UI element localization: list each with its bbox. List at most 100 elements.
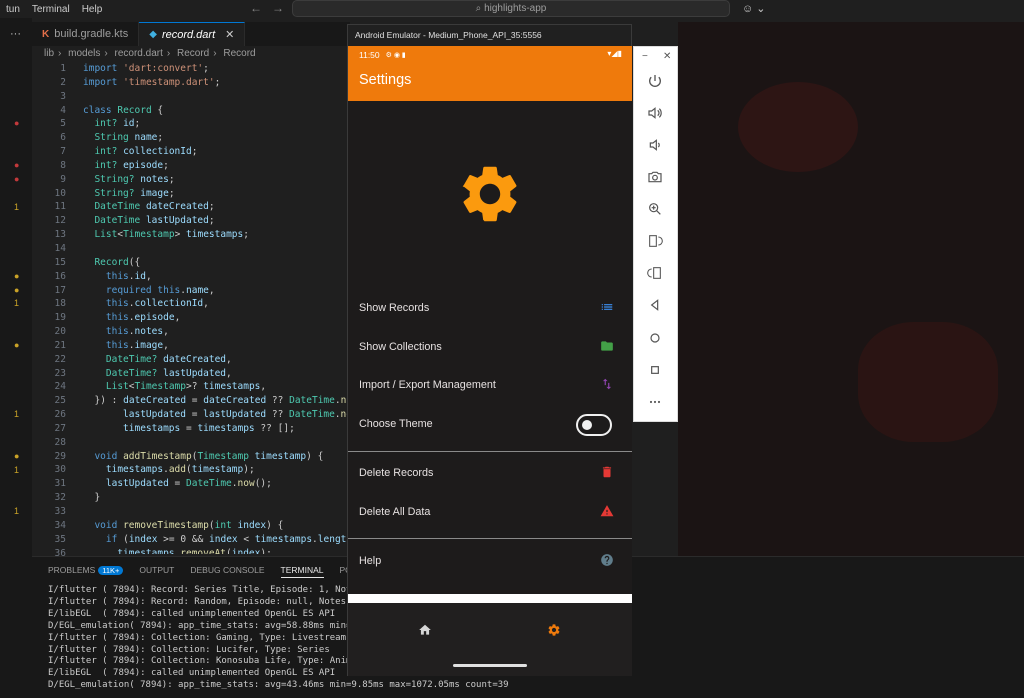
gear-icon[interactable] (547, 623, 561, 637)
copilot-icon[interactable]: ☺ ⌄ (742, 2, 766, 15)
line-number: 24 (54, 381, 66, 393)
code-line[interactable] (83, 90, 348, 104)
code-line[interactable] (83, 242, 348, 256)
help-item[interactable]: Help (348, 543, 632, 581)
minimize-icon[interactable]: − (642, 51, 648, 62)
import-export-item[interactable]: Import / Export Management (348, 367, 632, 405)
code-line[interactable]: void addTimestamp(Timestamp timestamp) { (83, 450, 348, 464)
code-line[interactable]: lastUpdated = lastUpdated ?? DateTime.no… (83, 408, 348, 422)
code-line[interactable]: if (index >= 0 && index < timestamps.len… (83, 533, 348, 547)
tab-terminal[interactable]: TERMINAL (280, 565, 324, 578)
code-line[interactable]: } (83, 491, 348, 505)
tab-problems[interactable]: PROBLEMS 11K+ (48, 565, 124, 578)
delete-records-item[interactable]: Delete Records (348, 455, 632, 493)
code-line[interactable]: String? image; (83, 187, 348, 201)
home-circle-icon[interactable] (647, 330, 663, 346)
line-number: 14 (54, 242, 66, 254)
line-number: 33 (54, 506, 66, 517)
line-number: 17 (54, 284, 66, 296)
tab-build-gradle[interactable]: K build.gradle.kts (32, 22, 140, 46)
code-line[interactable]: this.image, (83, 339, 348, 353)
show-collections-item[interactable]: Show Collections (348, 329, 632, 367)
code-line[interactable]: timestamps = timestamps ?? []; (83, 422, 348, 436)
menu-run[interactable]: tun (0, 4, 26, 15)
code-line[interactable]: DateTime? lastUpdated, (83, 367, 348, 381)
back-icon[interactable] (647, 297, 663, 313)
emulator-title: Android Emulator - Medium_Phone_API_35:5… (348, 25, 631, 46)
code-line[interactable]: Record({ (83, 256, 348, 270)
rotate-left-icon[interactable] (647, 233, 663, 249)
command-center-search[interactable]: ⌕ highlights-app (292, 0, 730, 17)
code-line[interactable]: class Record { (83, 104, 348, 118)
dart-icon: ◆ (149, 29, 157, 40)
breadcrumb-item[interactable]: models (68, 48, 100, 59)
close-icon[interactable]: ✕ (663, 51, 671, 62)
tab-debug-console[interactable]: DEBUG CONSOLE (190, 565, 264, 578)
breadcrumb-item[interactable]: record.dart (115, 48, 163, 59)
code-line[interactable] (83, 436, 348, 450)
close-icon[interactable]: ✕ (225, 28, 234, 41)
breadcrumb-item[interactable]: lib (44, 48, 54, 59)
line-number: 12 (54, 215, 66, 227)
code-line[interactable]: this.collectionId, (83, 297, 348, 311)
code-line[interactable]: import 'timestamp.dart'; (83, 76, 348, 90)
power-icon[interactable] (647, 73, 663, 89)
line-number: 7 (60, 146, 66, 158)
breadcrumb-item[interactable]: Record (177, 48, 209, 59)
code-line[interactable]: timestamps.add(timestamp); (83, 463, 348, 477)
code-line[interactable]: lastUpdated = DateTime.now(); (83, 477, 348, 491)
theme-toggle-switch[interactable] (576, 414, 612, 436)
volume-up-icon[interactable] (647, 105, 663, 121)
help-icon (601, 554, 613, 566)
code-line[interactable]: }) : dateCreated = dateCreated ?? DateTi… (83, 394, 348, 408)
volume-down-icon[interactable] (647, 137, 663, 153)
code-line[interactable]: List<Timestamp>? timestamps, (83, 380, 348, 394)
code-line[interactable]: this.notes, (83, 325, 348, 339)
code-line[interactable]: required this.name, (83, 284, 348, 298)
code-line[interactable]: int? collectionId; (83, 145, 348, 159)
zoom-icon[interactable] (647, 201, 663, 217)
code-line[interactable]: this.id, (83, 270, 348, 284)
code-line[interactable]: String name; (83, 131, 348, 145)
choose-theme-item[interactable]: Choose Theme (348, 406, 632, 444)
more-icon[interactable] (647, 394, 663, 410)
menu-terminal[interactable]: Terminal (26, 4, 76, 15)
breadcrumb-item[interactable]: Record (223, 48, 255, 59)
tab-output[interactable]: OUTPUT (139, 565, 174, 578)
code-line[interactable]: int? id; (83, 117, 348, 131)
line-number: 23 (54, 367, 66, 379)
code-line[interactable]: timestamps.removeAt(index); (83, 547, 348, 554)
bottom-navigation (348, 603, 632, 676)
code-line[interactable]: import 'dart:convert'; (83, 62, 348, 76)
line-number: 31 (54, 478, 66, 490)
rotate-right-icon[interactable] (647, 265, 663, 281)
code-line[interactable]: void removeTimestamp(int index) { (83, 519, 348, 533)
code-line[interactable]: DateTime dateCreated; (83, 200, 348, 214)
code-line[interactable]: String? notes; (83, 173, 348, 187)
forward-arrow-icon[interactable]: → (272, 1, 284, 15)
gutter-mark: 1 (14, 298, 20, 309)
tab-record-dart[interactable]: ◆ record.dart ✕ (139, 22, 246, 46)
home-icon[interactable] (418, 623, 432, 637)
line-number: 34 (54, 519, 66, 531)
code-line[interactable]: List<Timestamp> timestamps; (83, 228, 348, 242)
show-records-item[interactable]: Show Records (348, 290, 632, 328)
code-editor[interactable]: import 'dart:convert'; import 'timestamp.… (83, 62, 348, 554)
more-icon[interactable]: ··· (10, 28, 21, 40)
bottom-bar-divider (348, 594, 632, 603)
gesture-handle[interactable] (453, 664, 527, 667)
line-number: 1 (60, 63, 66, 74)
code-line[interactable]: int? episode; (83, 159, 348, 173)
overview-icon[interactable] (647, 362, 663, 378)
code-line[interactable]: DateTime? dateCreated, (83, 353, 348, 367)
delete-all-data-item[interactable]: Delete All Data (348, 494, 632, 532)
menu-help[interactable]: Help (76, 4, 109, 15)
camera-icon[interactable] (647, 169, 663, 185)
page-title: Settings (359, 72, 412, 88)
folder-icon (601, 341, 613, 351)
code-line[interactable] (83, 505, 348, 519)
back-arrow-icon[interactable]: ← (250, 1, 262, 15)
code-line[interactable]: this.episode, (83, 311, 348, 325)
line-number: 18 (54, 298, 66, 310)
code-line[interactable]: DateTime lastUpdated; (83, 214, 348, 228)
